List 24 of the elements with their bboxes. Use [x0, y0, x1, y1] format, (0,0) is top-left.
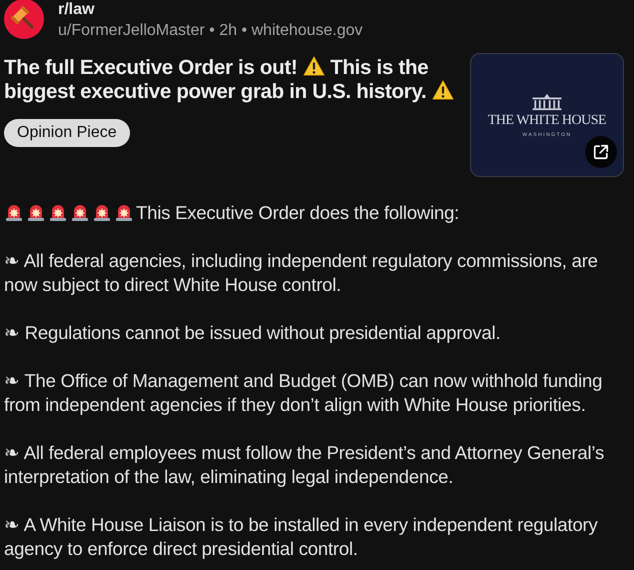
text: The full Executive Order is out! — [4, 56, 298, 79]
text: This Executive Order does the following: — [136, 202, 460, 223]
open-link-button[interactable] — [585, 136, 617, 168]
siren-icon — [26, 202, 46, 222]
siren-icon — [48, 202, 68, 222]
text: ❧ All federal employees must follow the President’s and Attorney General’s interpretation of the law, eliminating legal independence. — [4, 442, 604, 487]
warning-icon — [302, 56, 325, 76]
siren-icon — [4, 202, 24, 222]
thumbnail-title: THE WHITE HOUSE — [488, 112, 606, 128]
text: biggest executive power grab in U.S. history. — [4, 80, 426, 103]
siren-icon — [70, 202, 90, 222]
text: ❧ Regulations cannot be issued without presidential approval. — [4, 322, 500, 343]
siren-icon — [114, 202, 134, 222]
text: This is the — [330, 56, 428, 79]
siren-icon — [92, 202, 112, 222]
flair-tag[interactable]: Opinion Piece — [4, 119, 130, 147]
subreddit-avatar[interactable] — [4, 0, 44, 39]
subreddit-link[interactable]: r/law — [58, 0, 363, 19]
post-meta: u/FormerJelloMaster • 2h • whitehouse.gov — [58, 21, 363, 41]
text: ❧ A White House Liaison is to be installed in every independent regulatory agency to enforce direct presidential control. — [4, 514, 598, 559]
warning-icon — [432, 80, 454, 100]
external-link-icon — [591, 142, 611, 162]
text: ❧ All federal agencies, including independent regulatory commissions, are now subject to direct White House control. — [4, 250, 598, 295]
text: ❧ The Office of Management and Budget (OMB) can now withhold funding from independent agencies if they don’t align with White House priorities. — [4, 370, 602, 415]
